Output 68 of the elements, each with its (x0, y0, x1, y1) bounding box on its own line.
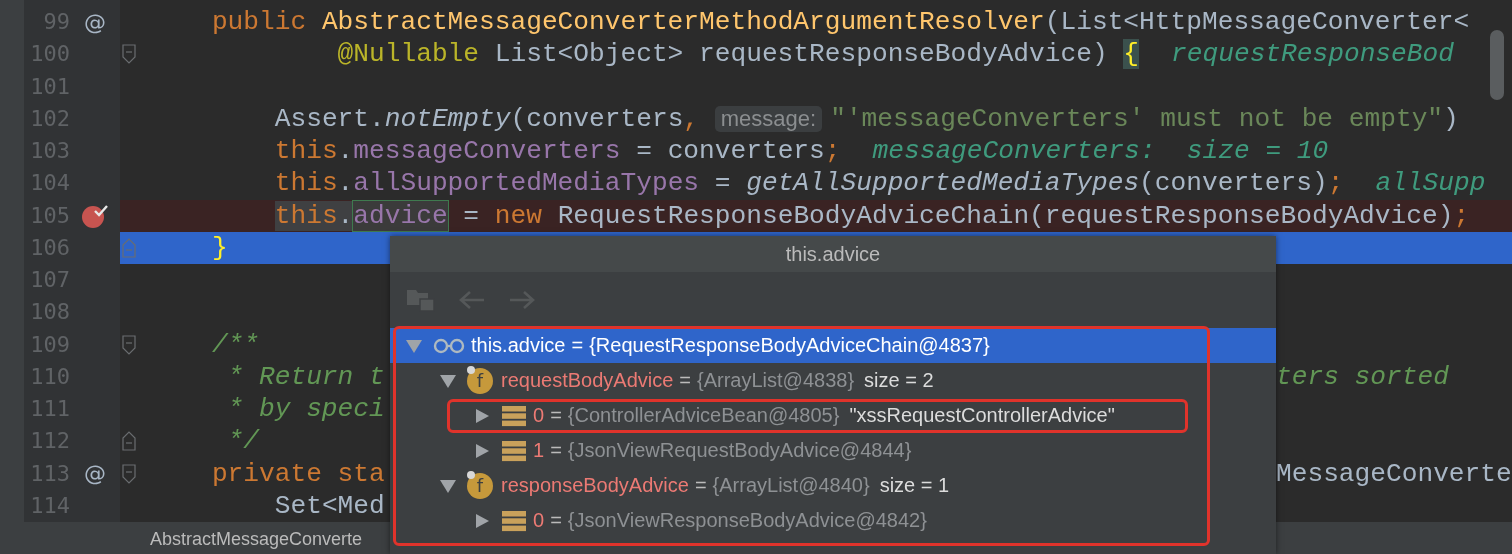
expand-arrow-icon[interactable] (473, 407, 491, 424)
collapse-arrow-icon[interactable] (439, 372, 457, 389)
fold-icon[interactable] (122, 44, 136, 65)
node-name: 0 (533, 509, 545, 532)
code-text: /** (210, 329, 260, 360)
code-text: this.advice = new RequestResponseBodyAdviceChain(requestResponseBodyAdvice); (273, 200, 1470, 231)
code-text: Assert.notEmpty(converters, (273, 103, 701, 134)
equals-sign: = (679, 369, 691, 392)
node-value: {JsonViewRequestBodyAdvice@4844} (567, 439, 912, 462)
node-name: this.advice (471, 334, 566, 357)
equals-sign: = (550, 439, 562, 462)
inline-value: allSupp (1375, 168, 1486, 199)
inline-value: messageConverters: size = 10 (872, 136, 1329, 167)
code-text: * Return t (226, 361, 385, 392)
node-value: {ControllerAdviceBean@4805} (567, 404, 840, 427)
parameter-hint: message: (714, 105, 823, 132)
inline-value: requestResponseBod (1171, 39, 1454, 70)
node-detail: size = 2 (864, 369, 934, 392)
stack-icon (501, 404, 527, 427)
equals-sign: = (571, 334, 584, 357)
collapse-arrow-icon[interactable] (439, 477, 457, 494)
scrollbar-thumb[interactable] (1490, 30, 1504, 100)
tree-row[interactable]: 0 = {ControllerAdviceBean@4805} "xssRequestControllerAdvice" (390, 398, 1276, 433)
code-text: this.allSupportedMediaTypes = getAllSupportedMediaTypes(converters); (273, 168, 1344, 199)
field-icon: f (467, 472, 493, 499)
fold-icon[interactable] (122, 463, 136, 484)
collapse-arrow-icon[interactable] (405, 337, 423, 354)
equals-sign: = (550, 509, 562, 532)
popup-title: this.advice (390, 236, 1276, 272)
node-value: {JsonViewResponseBodyAdvice@4842} (567, 509, 927, 532)
glasses-icon (433, 336, 465, 355)
code-text: } (210, 232, 228, 263)
code-text: public AbstractMessageConverterMethodArgumentResolver(List<HttpMessageConverter< (210, 7, 1470, 38)
code-text: this.messageConverters = converters; (273, 136, 841, 167)
code-text: ters sorted (1276, 361, 1449, 392)
code-text: * by speci (226, 394, 385, 425)
tree-row[interactable]: 1 = {JsonViewRequestBodyAdvice@4844} (390, 433, 1276, 468)
override-marker[interactable]: @ (84, 461, 106, 487)
node-name: 0 (533, 404, 545, 427)
stack-icon (501, 439, 527, 462)
tree-row[interactable]: this.advice = {RequestResponseBodyAdviceChain@4837} (390, 328, 1276, 363)
code-text: MessageConverte (1276, 458, 1512, 489)
fold-icon[interactable] (122, 334, 136, 355)
stack-icon (501, 509, 527, 532)
tree-row[interactable]: f requestBodyAdvice = {ArrayList@4838} size = 2 (390, 363, 1276, 398)
override-marker[interactable]: @ (84, 9, 106, 35)
code-text: private sta (210, 458, 385, 489)
node-detail: "xssRequestControllerAdvice" (849, 404, 1115, 427)
node-name: responseBodyAdvice (501, 474, 689, 497)
code-text: @Nullable List<Object> requestResponseBodyAdvice) { (336, 39, 1140, 70)
breadcrumb[interactable]: AbstractMessageConverte (150, 529, 363, 554)
expand-arrow-icon[interactable] (473, 512, 491, 529)
fold-icon[interactable] (122, 431, 136, 452)
node-value: {RequestResponseBodyAdviceChain@4837} (589, 334, 990, 357)
node-value: {ArrayList@4838} (697, 369, 855, 392)
equals-sign: = (550, 404, 562, 427)
node-value: {ArrayList@4840} (712, 474, 870, 497)
code-text: Set<Med (273, 490, 385, 521)
node-detail: size = 1 (879, 474, 950, 497)
field-icon: f (467, 367, 493, 394)
expand-arrow-icon[interactable] (473, 442, 491, 459)
equals-sign: = (694, 474, 707, 497)
tree-row[interactable]: f responseBodyAdvice = {ArrayList@4840} size = 1 (390, 468, 1276, 503)
code-text: "'messageConverters' must not be empty") (830, 103, 1459, 134)
node-name: 1 (533, 439, 545, 462)
node-name: requestBodyAdvice (501, 369, 674, 392)
tree-row[interactable]: 0 = {JsonViewResponseBodyAdvice@4842} (390, 503, 1276, 538)
code-text: */ (226, 426, 259, 457)
